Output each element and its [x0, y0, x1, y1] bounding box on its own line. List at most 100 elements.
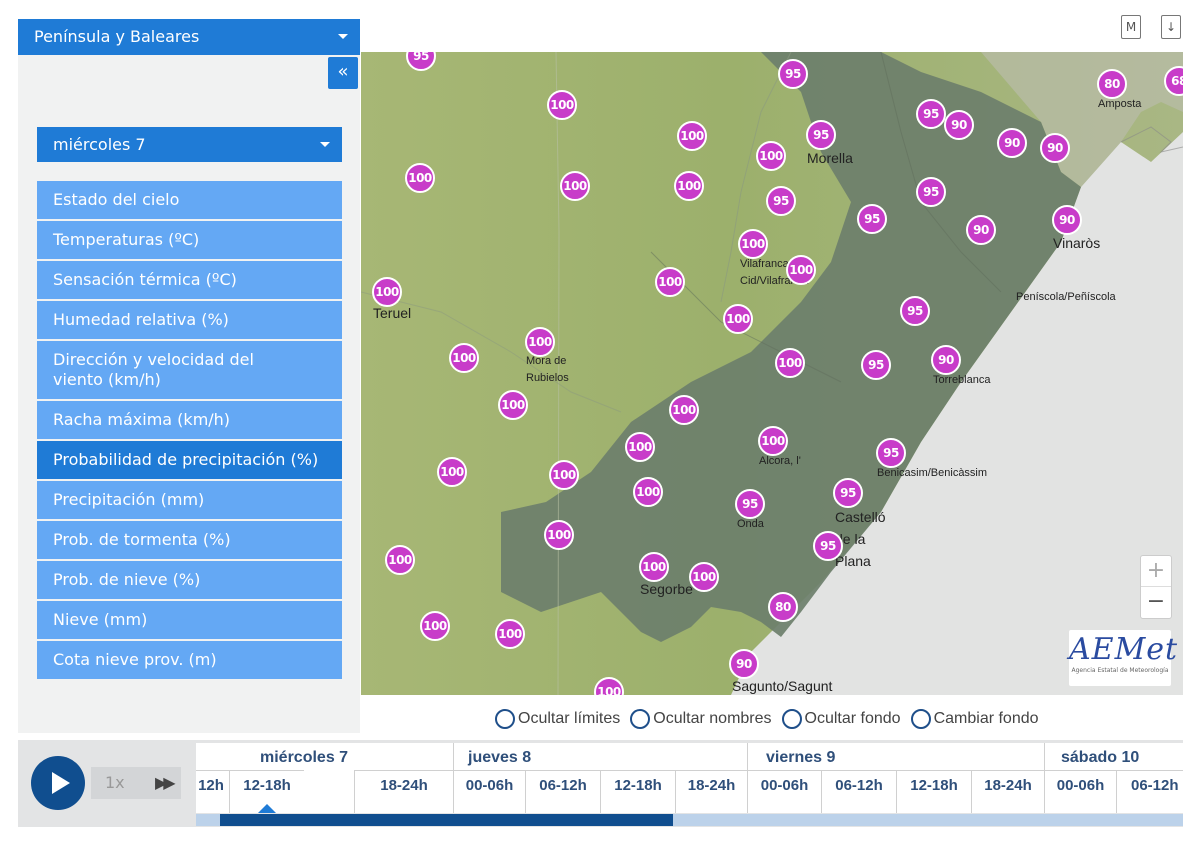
- precip-marker[interactable]: 100: [758, 426, 788, 456]
- download-icon[interactable]: ↓: [1161, 15, 1181, 39]
- region-select[interactable]: Península y Baleares: [18, 19, 360, 55]
- variable-item-storm-probability[interactable]: Prob. de tormenta (%): [37, 521, 342, 561]
- variable-item-feels-like[interactable]: Sensación térmica (ºC): [37, 261, 342, 301]
- time-slot[interactable]: 00-06h: [1044, 770, 1116, 813]
- precip-marker[interactable]: 95: [766, 186, 796, 216]
- option-hide-names[interactable]: Ocultar nombres: [630, 707, 772, 731]
- time-slot[interactable]: 06-12h: [821, 770, 896, 813]
- precip-marker[interactable]: 100: [525, 327, 555, 357]
- precip-marker[interactable]: 95: [735, 489, 765, 519]
- precip-marker[interactable]: 100: [723, 304, 753, 334]
- time-slot[interactable]: 12h: [196, 770, 229, 813]
- checkbox[interactable]: [630, 709, 651, 729]
- precip-marker[interactable]: 100: [544, 520, 574, 550]
- variable-item-gust[interactable]: Racha máxima (km/h): [37, 401, 342, 441]
- precip-marker[interactable]: 95: [778, 59, 808, 89]
- variable-item-snow-probability[interactable]: Prob. de nieve (%): [37, 561, 342, 601]
- precip-marker[interactable]: 90: [1040, 133, 1070, 163]
- precip-marker[interactable]: 100: [786, 255, 816, 285]
- precip-marker[interactable]: 100: [372, 277, 402, 307]
- precip-marker[interactable]: 100: [775, 348, 805, 378]
- time-slot-active[interactable]: 12-18h: [229, 770, 304, 813]
- fast-forward-icon[interactable]: ▶▶: [155, 773, 176, 792]
- time-slot[interactable]: 18-24h: [971, 770, 1044, 813]
- precip-marker[interactable]: 100: [674, 171, 704, 201]
- precip-marker[interactable]: 100: [639, 552, 669, 582]
- zoom-out-button[interactable]: −: [1141, 587, 1171, 618]
- option-label: Ocultar nombres: [653, 710, 772, 727]
- precip-marker[interactable]: 95: [900, 296, 930, 326]
- variable-label: Probabilidad de precipitación (%): [53, 450, 319, 469]
- precip-marker[interactable]: 100: [547, 90, 577, 120]
- precip-marker[interactable]: 100: [449, 343, 479, 373]
- precip-marker[interactable]: 90: [966, 215, 996, 245]
- precip-marker[interactable]: 95: [833, 478, 863, 508]
- precip-marker[interactable]: 100: [549, 460, 579, 490]
- time-slot[interactable]: 12-18h: [600, 770, 675, 813]
- map-view[interactable]: Teruel Morella Amposta Vinaròs Vilafranc…: [361, 52, 1183, 695]
- precip-marker[interactable]: 100: [633, 477, 663, 507]
- variable-item-wind[interactable]: Dirección y velocidad del viento (km/h): [37, 341, 342, 401]
- precip-marker[interactable]: 90: [997, 128, 1027, 158]
- variable-item-precipitation[interactable]: Precipitación (mm): [37, 481, 342, 521]
- precip-marker[interactable]: 95: [876, 438, 906, 468]
- precip-marker[interactable]: 90: [1052, 205, 1082, 235]
- precip-marker[interactable]: 80: [1097, 69, 1127, 99]
- precip-marker[interactable]: 100: [420, 611, 450, 641]
- timeline-progress-fill[interactable]: [220, 814, 673, 826]
- precip-marker[interactable]: 100: [437, 457, 467, 487]
- variable-label: Nieve (mm): [53, 610, 148, 629]
- precip-marker[interactable]: 95: [861, 350, 891, 380]
- variable-item-snow[interactable]: Nieve (mm): [37, 601, 342, 641]
- time-slot[interactable]: 06-12h: [525, 770, 600, 813]
- time-slot[interactable]: 00-06h: [747, 770, 821, 813]
- precip-marker[interactable]: 100: [677, 121, 707, 151]
- zoom-in-button[interactable]: +: [1141, 556, 1171, 587]
- option-hide-background[interactable]: Ocultar fondo: [781, 707, 901, 731]
- precip-marker[interactable]: 95: [813, 531, 843, 561]
- time-strip: miércoles 7 jueves 8 viernes 9 sábado 10…: [196, 743, 1183, 813]
- precip-marker[interactable]: 90: [931, 345, 961, 375]
- time-slot[interactable]: 18-24h: [675, 770, 747, 813]
- variable-item-temperature[interactable]: Temperaturas (ºC): [37, 221, 342, 261]
- time-slot[interactable]: 12-18h: [896, 770, 971, 813]
- option-change-background[interactable]: Cambiar fondo: [910, 707, 1039, 731]
- place-castello: Castelló de la Plana: [835, 509, 886, 569]
- precip-marker[interactable]: 100: [669, 395, 699, 425]
- precip-marker[interactable]: 100: [385, 545, 415, 575]
- precip-marker[interactable]: 100: [756, 141, 786, 171]
- day-select-label: miércoles 7: [53, 135, 146, 154]
- precip-marker[interactable]: 90: [729, 649, 759, 679]
- precip-marker[interactable]: 95: [916, 177, 946, 207]
- precip-marker[interactable]: 100: [560, 171, 590, 201]
- precip-marker[interactable]: 95: [857, 204, 887, 234]
- precip-marker[interactable]: 95: [806, 120, 836, 150]
- time-slot[interactable]: 00-06h: [453, 770, 525, 813]
- variable-item-precip-probability[interactable]: Probabilidad de precipitación (%): [37, 441, 342, 481]
- precip-marker[interactable]: 80: [768, 592, 798, 622]
- checkbox[interactable]: [495, 709, 515, 729]
- time-slot[interactable]: 06-12h: [1116, 770, 1183, 813]
- variable-item-humidity[interactable]: Humedad relativa (%): [37, 301, 342, 341]
- precip-marker[interactable]: 100: [495, 619, 525, 649]
- precip-marker[interactable]: 100: [405, 163, 435, 193]
- precip-marker[interactable]: 100: [498, 390, 528, 420]
- checkbox[interactable]: [781, 709, 802, 729]
- variable-item-sky[interactable]: Estado del cielo: [37, 181, 342, 221]
- checkbox[interactable]: [910, 709, 931, 729]
- time-slot[interactable]: 18-24h: [354, 770, 453, 813]
- precip-marker[interactable]: 100: [738, 229, 768, 259]
- variable-label: Racha máxima (km/h): [53, 410, 231, 429]
- map-export-icon[interactable]: M: [1121, 15, 1141, 39]
- variable-item-snow-level[interactable]: Cota nieve prov. (m): [37, 641, 342, 681]
- option-hide-limits[interactable]: Ocultar límites: [495, 707, 620, 731]
- precip-marker[interactable]: 100: [625, 432, 655, 462]
- day-label: jueves 8: [468, 749, 532, 766]
- precip-marker[interactable]: 95: [916, 99, 946, 129]
- timeline-progress-track[interactable]: [196, 814, 1183, 826]
- day-select[interactable]: miércoles 7: [37, 127, 342, 162]
- precip-marker[interactable]: 90: [944, 110, 974, 140]
- precip-marker[interactable]: 100: [689, 562, 719, 592]
- precip-marker[interactable]: 100: [655, 267, 685, 297]
- collapse-sidebar-button[interactable]: «: [328, 57, 358, 89]
